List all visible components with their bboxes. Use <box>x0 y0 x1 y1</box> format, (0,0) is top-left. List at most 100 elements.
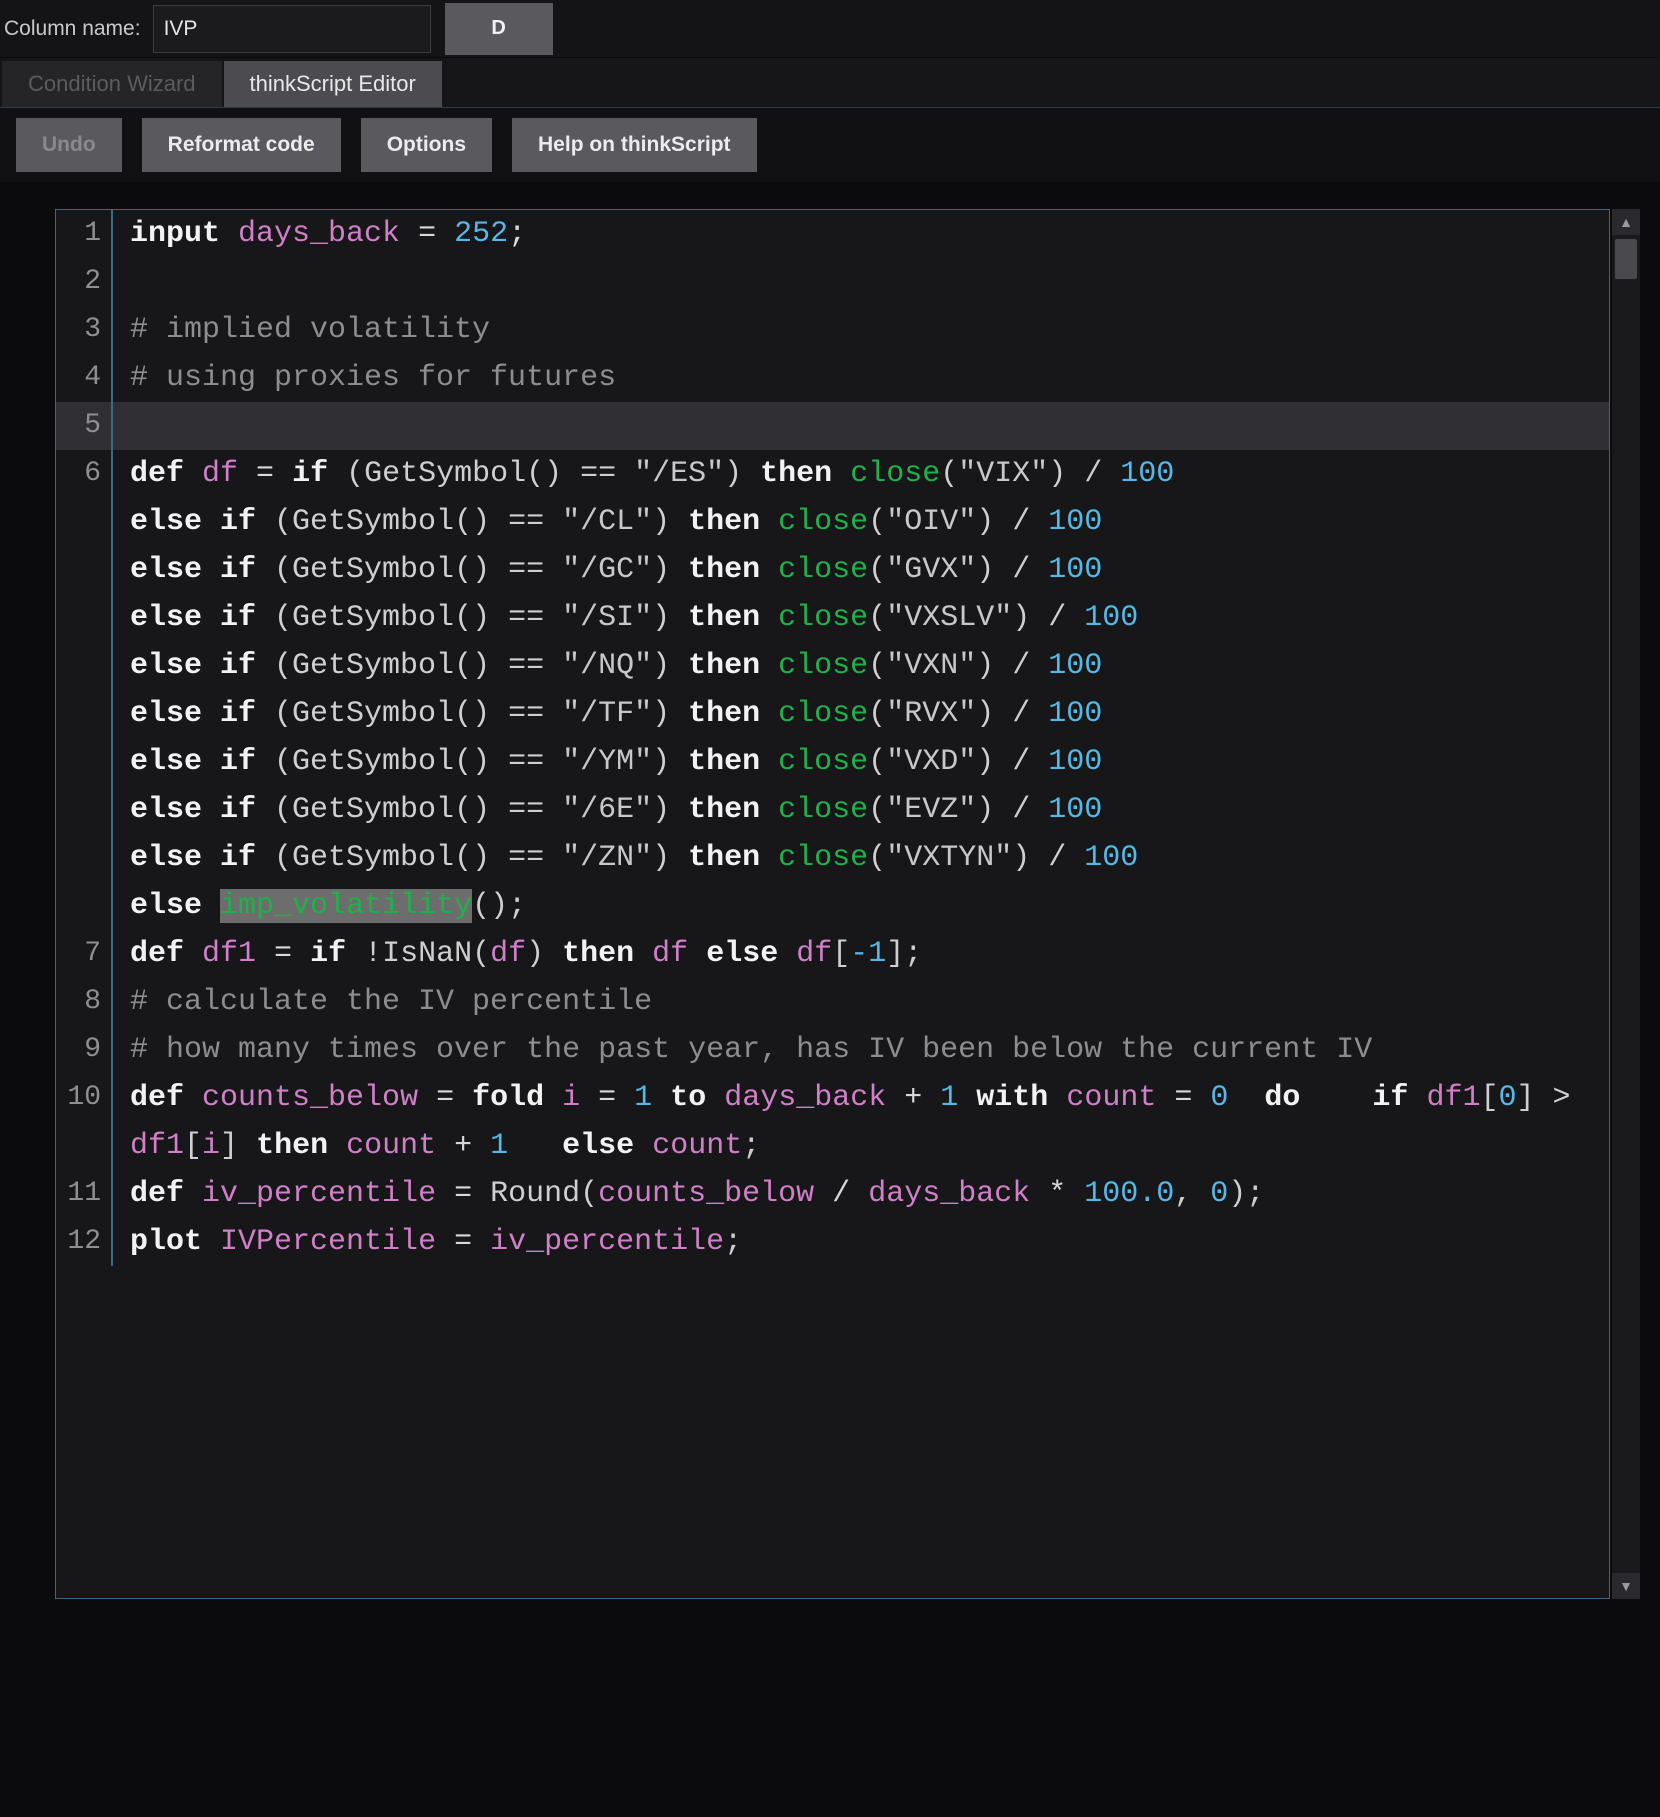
code-token: ) <box>652 745 689 779</box>
code-token: fold <box>472 1081 545 1115</box>
code-token: 100 <box>1048 649 1103 683</box>
code-token: 100 <box>1048 745 1103 779</box>
code-token: * <box>1030 1177 1085 1211</box>
tab-thinkscript-editor[interactable]: thinkScript Editor <box>223 61 442 107</box>
code-token: = <box>1156 1081 1211 1115</box>
code-line[interactable]: 6 def df = if (GetSymbol() == "/ES") then… <box>56 450 1609 930</box>
code-token: "VXD" <box>886 745 977 779</box>
code-line-text[interactable]: # using proxies for futures <box>111 354 1609 402</box>
column-name-label: Column name: <box>4 16 141 40</box>
code-line-text[interactable]: # implied volatility <box>111 306 1609 354</box>
code-token: + <box>886 1081 941 1115</box>
code-line[interactable]: 7 def df1 = if !IsNaN(df) then df else df… <box>56 930 1609 978</box>
code-token: (); <box>472 889 527 923</box>
code-line[interactable]: 11 def iv_percentile = Round(counts_below… <box>56 1170 1609 1218</box>
undo-button[interactable]: Undo <box>16 118 122 172</box>
help-on-thinkscript-button[interactable]: Help on thinkScript <box>512 118 757 172</box>
code-line-text[interactable]: input days_back = 252; <box>111 210 1609 258</box>
code-token: ( <box>868 601 887 635</box>
code-token: !IsNaN( <box>346 937 491 971</box>
code-line-text[interactable]: plot IVPercentile = iv_percentile; <box>111 1218 1609 1266</box>
code-line[interactable]: 5 <box>56 402 1609 450</box>
code-line-text[interactable]: def counts_below = fold i = 1 to days_ba… <box>111 1074 1609 1170</box>
code-token: def <box>130 937 185 971</box>
code-token: ] <box>220 1129 257 1163</box>
code-token: i <box>202 1129 221 1163</box>
code-token: = <box>256 937 311 971</box>
code-token: (GetSymbol() == <box>256 793 563 827</box>
code-token: df1 <box>130 1129 185 1163</box>
code-token: then <box>688 745 761 779</box>
code-token: "/ES" <box>634 457 725 491</box>
options-button[interactable]: Options <box>360 118 493 172</box>
code-line-text[interactable] <box>111 402 1609 450</box>
code-line[interactable]: 1 input days_back = 252; <box>56 210 1609 258</box>
code-token: "VXSLV" <box>886 601 1013 635</box>
code-lines-container[interactable]: 1 input days_back = 252; 2 3 # implied vola… <box>56 210 1609 1266</box>
code-token: df <box>490 937 527 971</box>
code-token: "/TF" <box>562 697 653 731</box>
code-line-text[interactable]: def df1 = if !IsNaN(df) then df else df[… <box>111 930 1609 978</box>
code-token: ( <box>868 793 887 827</box>
code-line[interactable]: 2 <box>56 258 1609 306</box>
code-line[interactable]: 10 def counts_below = fold i = 1 to days_… <box>56 1074 1609 1170</box>
editor-vertical-scrollbar[interactable]: ▲ ▼ <box>1612 209 1640 1599</box>
code-line-text[interactable]: def iv_percentile = Round(counts_below /… <box>111 1170 1609 1218</box>
code-token: "EVZ" <box>886 793 977 827</box>
code-token: ) / <box>976 649 1049 683</box>
column-name-input[interactable] <box>152 4 431 53</box>
code-token: ) <box>652 697 689 731</box>
code-line[interactable]: 9 # how many times over the past year, ha… <box>56 1026 1609 1074</box>
code-line-text[interactable] <box>111 258 1609 306</box>
code-token: [ <box>184 1129 203 1163</box>
code-token: with <box>976 1081 1049 1115</box>
tab-condition-wizard[interactable]: Condition Wizard <box>2 61 222 107</box>
code-token: "VXTYN" <box>886 841 1013 875</box>
aggregation-period-button[interactable]: D <box>444 2 553 55</box>
code-token: (GetSymbol() == <box>256 601 563 635</box>
code-token: / <box>814 1177 869 1211</box>
code-line[interactable]: 3 # implied volatility <box>56 306 1609 354</box>
code-token: then <box>688 841 761 875</box>
code-token: 100 <box>1120 457 1175 491</box>
line-number: 8 <box>84 986 101 1017</box>
code-line-text[interactable]: # how many times over the past year, has… <box>111 1026 1609 1074</box>
reformat-code-button[interactable]: Reformat code <box>141 118 341 172</box>
code-token: close <box>778 793 869 827</box>
code-line[interactable]: 12 plot IVPercentile = iv_percentile; <box>56 1218 1609 1266</box>
code-line[interactable]: 8 # calculate the IV percentile <box>56 978 1609 1026</box>
code-token: else <box>130 889 203 923</box>
code-editor[interactable]: 1 input days_back = 252; 2 3 # implied vola… <box>55 209 1610 1599</box>
line-number: 6 <box>84 458 101 489</box>
code-token: else if <box>130 649 257 683</box>
code-token: plot <box>130 1225 203 1259</box>
code-line-text[interactable]: def df = if (GetSymbol() == "/ES") then … <box>111 450 1609 930</box>
scroll-down-arrow-icon[interactable]: ▼ <box>1612 1573 1640 1599</box>
scroll-up-arrow-icon[interactable]: ▲ <box>1612 209 1640 235</box>
code-line[interactable]: 4 # using proxies for futures <box>56 354 1609 402</box>
code-token: iv_percentile <box>202 1177 437 1211</box>
code-token: , <box>1174 1177 1211 1211</box>
code-token: [ <box>832 937 851 971</box>
code-token: days_back <box>724 1081 887 1115</box>
code-token: Round( <box>490 1177 599 1211</box>
code-token: "/6E" <box>562 793 653 827</box>
code-token: (GetSymbol() == <box>256 697 563 731</box>
code-token: # implied volatility <box>130 313 491 347</box>
code-token: then <box>562 937 635 971</box>
line-number: 1 <box>84 218 101 249</box>
code-token: days_back <box>238 217 401 251</box>
code-token: 1 <box>634 1081 653 1115</box>
code-token: count <box>346 1129 437 1163</box>
scrollbar-thumb[interactable] <box>1615 239 1637 279</box>
code-line-text[interactable]: # calculate the IV percentile <box>111 978 1609 1026</box>
code-token: ) <box>652 793 689 827</box>
